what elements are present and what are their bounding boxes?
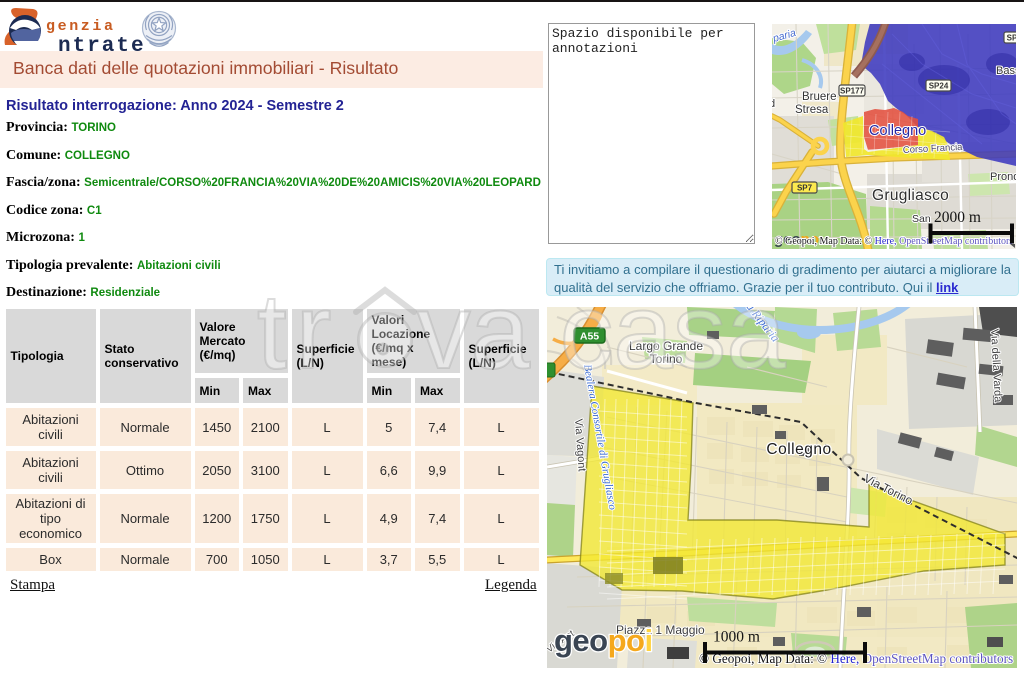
svg-text:SP: SP [1007, 34, 1016, 43]
svg-text:Collegno: Collegno [766, 441, 831, 458]
svg-text:Largo Grande: Largo Grande [629, 339, 703, 353]
svg-text:San: San [912, 213, 931, 225]
svg-text:© Geopoi, Map Data: © Here, Op: © Geopoi, Map Data: © Here, OpenStreetMa… [775, 236, 1013, 247]
svg-text:Stresa: Stresa [795, 104, 829, 116]
svg-text:Prond: Prond [990, 171, 1016, 183]
svg-text:SP24: SP24 [929, 82, 949, 91]
svg-text:A55: A55 [580, 331, 599, 343]
svg-text:ntrate: ntrate [58, 35, 146, 52]
svg-text:genzia: genzia [46, 18, 116, 35]
svg-text:Torino: Torino [650, 352, 683, 366]
svg-text:SP7: SP7 [797, 184, 813, 193]
svg-text:Grugliasco: Grugliasco [872, 187, 949, 204]
svg-text:Bass: Bass [996, 65, 1016, 77]
svg-text:d: d [772, 98, 775, 110]
svg-text:Bruere: Bruere [802, 91, 837, 103]
svg-text:geopoi: geopoi [554, 623, 653, 658]
svg-text:2000 m: 2000 m [934, 209, 981, 226]
svg-text:SP177: SP177 [840, 87, 865, 96]
svg-text:1000 m: 1000 m [713, 629, 760, 646]
svg-text:Collegno: Collegno [869, 123, 926, 139]
